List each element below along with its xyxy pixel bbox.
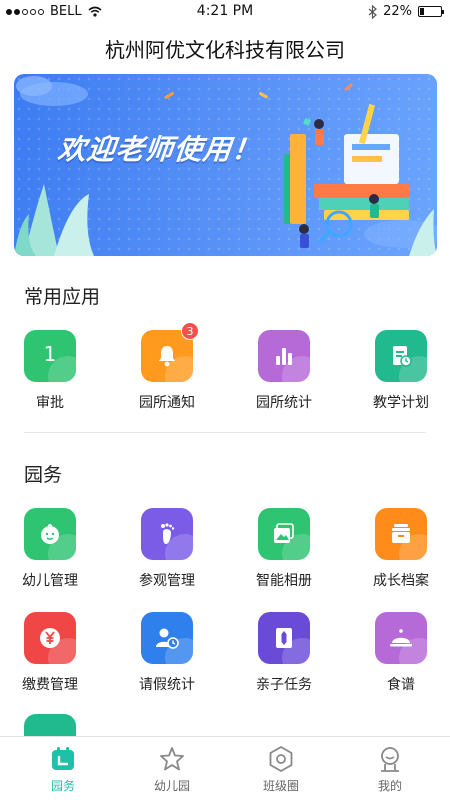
battery-icon: [418, 6, 444, 17]
app-label: 请假统计: [139, 677, 195, 693]
bluetooth-icon: [368, 4, 378, 19]
banner-welcome-text: 欢迎老师使用！: [56, 133, 263, 166]
tab-mine[interactable]: 我的: [345, 745, 435, 794]
app-recipe[interactable]: 食谱: [351, 612, 450, 694]
app-statistics[interactable]: 园所统计: [234, 330, 334, 412]
bottom-tab-bar: 园务 幼儿园 班级圈 我的: [0, 736, 450, 800]
footprint-icon: [141, 508, 193, 560]
number-one-icon: 1: [24, 330, 76, 382]
notice-badge: 3: [181, 322, 199, 340]
tab-label: 幼儿园: [153, 779, 190, 793]
app-approval[interactable]: 1 审批: [0, 330, 100, 412]
tab-garden-affairs[interactable]: 园务: [18, 745, 108, 794]
app-label: 审批: [36, 395, 64, 411]
app-leave-statistics[interactable]: 请假统计: [117, 612, 217, 694]
bar-chart-icon: [258, 330, 310, 382]
document-clock-icon: [375, 330, 427, 382]
app-label: 食谱: [387, 677, 415, 693]
battery-percent: 22%: [383, 4, 412, 19]
status-bar: BELL 4:21 PM 22%: [0, 0, 450, 24]
hexagon-icon: [269, 745, 293, 773]
photo-album-icon: [258, 508, 310, 560]
section-title-garden: 园务: [24, 464, 63, 486]
star-icon: [160, 747, 184, 771]
app-notice[interactable]: 3 园所通知: [117, 322, 217, 412]
app-child-management[interactable]: 幼儿管理: [0, 508, 100, 590]
app-growth-archive[interactable]: 成长档案: [351, 508, 450, 590]
app-label: 参观管理: [139, 573, 195, 589]
baby-face-icon: [24, 508, 76, 560]
welcome-banner[interactable]: 欢迎老师使用！: [14, 74, 437, 256]
section-divider: [24, 432, 426, 433]
page-title: 杭州阿优文化科技有限公司: [105, 38, 345, 62]
app-label: 幼儿管理: [22, 573, 78, 589]
calendar-icon: [52, 747, 74, 770]
tab-label: 班级圈: [262, 779, 299, 793]
tab-class-circle[interactable]: 班级圈: [236, 745, 326, 794]
app-label: 成长档案: [373, 573, 429, 589]
app-parent-child-task[interactable]: 亲子任务: [234, 612, 334, 694]
person-clock-icon: [141, 612, 193, 664]
tab-kindergarten[interactable]: 幼儿园: [127, 745, 217, 794]
app-label: 亲子任务: [256, 677, 312, 693]
app-label: 教学计划: [373, 395, 429, 411]
pencil-icon: [258, 612, 310, 664]
yuan-coin-icon: [24, 612, 76, 664]
tab-label: 我的: [377, 779, 402, 793]
section-title-common: 常用应用: [24, 286, 101, 308]
archive-box-icon: [375, 508, 427, 560]
app-smart-album[interactable]: 智能相册: [234, 508, 334, 590]
app-label: 园所通知: [139, 395, 195, 411]
approval-count: 1: [43, 342, 57, 366]
tab-label: 园务: [50, 779, 75, 793]
app-label: 智能相册: [256, 573, 312, 589]
user-icon: [381, 747, 399, 772]
status-right: 22%: [368, 4, 444, 19]
app-visit-management[interactable]: 参观管理: [117, 508, 217, 590]
app-label: 缴费管理: [22, 677, 78, 693]
food-dome-icon: [375, 612, 427, 664]
app-label: 园所统计: [256, 395, 312, 411]
app-teaching-plan[interactable]: 教学计划: [351, 330, 450, 412]
app-payment-management[interactable]: 缴费管理: [0, 612, 100, 694]
